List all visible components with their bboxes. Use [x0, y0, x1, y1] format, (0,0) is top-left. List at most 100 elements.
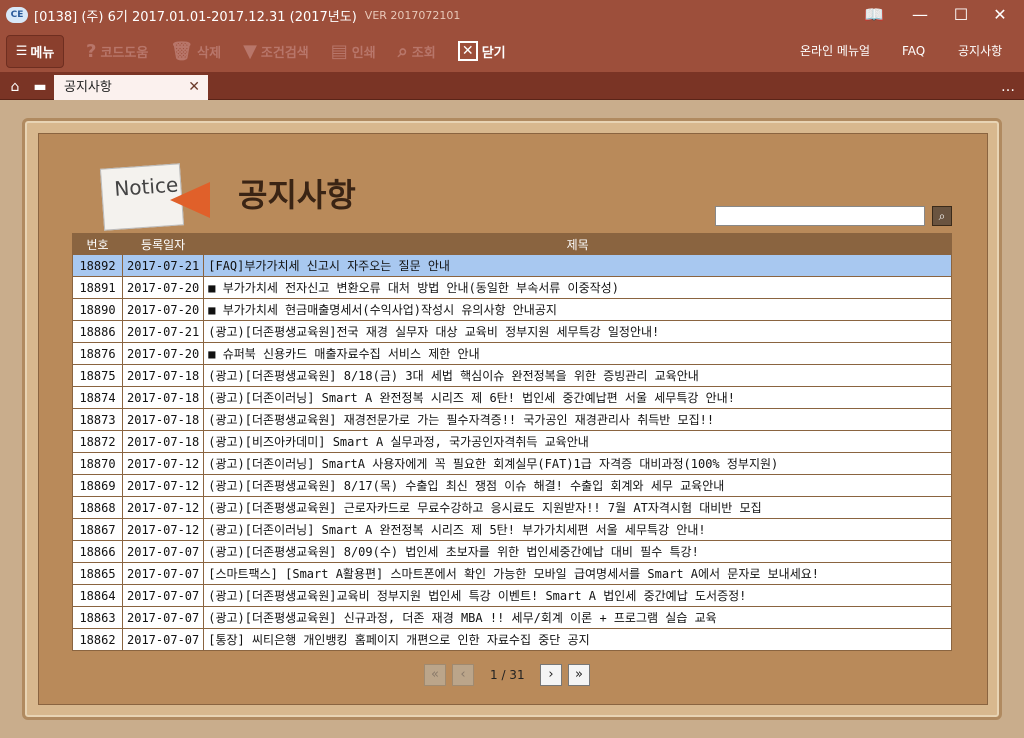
cell-date[interactable]: 2017-07-07 — [121, 606, 205, 629]
cell-title[interactable]: (광고)[더존평생교육원] 근로자카드로 무료수강하고 응시료도 지원받자!! … — [203, 496, 952, 519]
cell-date[interactable]: 2017-07-18 — [121, 430, 205, 453]
table-row[interactable]: 18874 2017-07-18 (광고)[더존이러닝] Smart A 완전정복 … — [72, 386, 952, 409]
search-input[interactable] — [715, 206, 925, 226]
table-row[interactable]: 18864 2017-07-07 (광고)[더존평생교육원]교육비 정부지원 법인세… — [72, 584, 952, 607]
cell-title[interactable]: ■ 부가가치세 현금매출명세서(수익사업)작성시 유의사항 안내공지 — [203, 298, 952, 321]
cell-title[interactable]: (광고)[더존이러닝] SmartA 사용자에게 꼭 필요한 회계실무(FAT)… — [203, 452, 952, 475]
first-page-button[interactable]: « — [424, 664, 446, 686]
cell-date[interactable]: 2017-07-12 — [121, 518, 205, 541]
cell-date[interactable]: 2017-07-18 — [121, 386, 205, 409]
close-button[interactable]: ✕ 닫기 — [457, 41, 506, 61]
cell-date[interactable]: 2017-07-18 — [121, 408, 205, 431]
cell-title[interactable]: (광고)[더존평생교육원] 8/18(금) 3대 세법 핵심이슈 완전정복을 위… — [203, 364, 952, 387]
table-row[interactable]: 18873 2017-07-18 (광고)[더존평생교육원] 재경전문가로 가는 필… — [72, 408, 952, 431]
online-manual-link[interactable]: 온라인 메뉴얼 — [800, 30, 870, 72]
windows-icon[interactable]: ▬ — [28, 76, 52, 98]
cell-date[interactable]: 2017-07-07 — [121, 540, 205, 563]
table-row[interactable]: 18892 2017-07-21 [FAQ]부가가치세 신고시 자주오는 질문 안내 — [72, 254, 952, 277]
table-row[interactable]: 18862 2017-07-07 [통장] 씨티은행 개인뱅킹 홈페이지 개편으로 … — [72, 628, 952, 651]
cell-number[interactable]: 18869 — [72, 474, 123, 497]
search-submit-button[interactable]: ⌕ — [932, 206, 952, 226]
maximize-button[interactable]: ☐ — [945, 0, 977, 30]
cell-title[interactable]: [통장] 씨티은행 개인뱅킹 홈페이지 개편으로 인한 자료수집 중단 공지 — [203, 628, 952, 651]
table-row[interactable]: 18890 2017-07-20 ■ 부가가치세 현금매출명세서(수익사업)작성시 … — [72, 298, 952, 321]
code-help-button[interactable]: ? 코드도움 — [86, 41, 148, 62]
cell-number[interactable]: 18866 — [72, 540, 123, 563]
notice-link[interactable]: 공지사항 — [958, 30, 1002, 72]
cell-date[interactable]: 2017-07-21 — [121, 320, 205, 343]
header-number[interactable]: 번호 — [72, 233, 123, 255]
cell-number[interactable]: 18862 — [72, 628, 123, 651]
cell-date[interactable]: 2017-07-21 — [121, 254, 205, 277]
cell-number[interactable]: 18886 — [72, 320, 123, 343]
table-row[interactable]: 18872 2017-07-18 (광고)[비즈아카데미] Smart A 실무과정… — [72, 430, 952, 453]
table-row[interactable]: 18876 2017-07-20 ■ 슈퍼북 신용카드 매출자료수집 서비스 제한 … — [72, 342, 952, 365]
last-page-button[interactable]: » — [568, 664, 590, 686]
home-icon[interactable]: ⌂ — [3, 76, 27, 98]
header-date[interactable]: 등록일자 — [121, 233, 205, 255]
table-row[interactable]: 18867 2017-07-12 (광고)[더존이러닝] Smart A 완전정복 … — [72, 518, 952, 541]
cell-date[interactable]: 2017-07-12 — [121, 474, 205, 497]
table-row[interactable]: 18868 2017-07-12 (광고)[더존평생교육원] 근로자카드로 무료수강… — [72, 496, 952, 519]
cell-number[interactable]: 18868 — [72, 496, 123, 519]
cell-number[interactable]: 18864 — [72, 584, 123, 607]
next-page-button[interactable]: › — [540, 664, 562, 686]
table-row[interactable]: 18869 2017-07-12 (광고)[더존평생교육원] 8/17(목) 수출입… — [72, 474, 952, 497]
cell-number[interactable]: 18873 — [72, 408, 123, 431]
cell-number[interactable]: 18863 — [72, 606, 123, 629]
table-row[interactable]: 18866 2017-07-07 (광고)[더존평생교육원] 8/09(수) 법인세… — [72, 540, 952, 563]
cell-title[interactable]: (광고)[더존평생교육원]전국 재경 실무자 대상 교육비 정부지원 세무특강 … — [203, 320, 952, 343]
cell-number[interactable]: 18875 — [72, 364, 123, 387]
cell-number[interactable]: 18865 — [72, 562, 123, 585]
table-row[interactable]: 18875 2017-07-18 (광고)[더존평생교육원] 8/18(금) 3대 … — [72, 364, 952, 387]
table-row[interactable]: 18886 2017-07-21 (광고)[더존평생교육원]전국 재경 실무자 대상… — [72, 320, 952, 343]
table-row[interactable]: 18891 2017-07-20 ■ 부가가치세 전자신고 변환오류 대처 방법 안… — [72, 276, 952, 299]
cell-number[interactable]: 18891 — [72, 276, 123, 299]
cell-date[interactable]: 2017-07-18 — [121, 364, 205, 387]
cell-title[interactable]: (광고)[더존평생교육원] 8/09(수) 법인세 초보자를 위한 법인세중간예… — [203, 540, 952, 563]
cell-number[interactable]: 18867 — [72, 518, 123, 541]
cell-date[interactable]: 2017-07-07 — [121, 584, 205, 607]
search-button[interactable]: ⌕ 조회 — [398, 41, 436, 62]
cell-date[interactable]: 2017-07-07 — [121, 628, 205, 651]
cell-date[interactable]: 2017-07-20 — [121, 276, 205, 299]
cell-title[interactable]: (광고)[더존이러닝] Smart A 완전정복 시리즈 제 5탄! 부가가치세… — [203, 518, 952, 541]
filter-button[interactable]: ▼ 조건검색 — [243, 41, 309, 62]
table-row[interactable]: 18870 2017-07-12 (광고)[더존이러닝] SmartA 사용자에게 … — [72, 452, 952, 475]
minimize-button[interactable]: — — [904, 0, 936, 30]
cell-number[interactable]: 18872 — [72, 430, 123, 453]
cell-title[interactable]: ■ 슈퍼북 신용카드 매출자료수집 서비스 제한 안내 — [203, 342, 952, 365]
cell-date[interactable]: 2017-07-12 — [121, 496, 205, 519]
close-tab-icon[interactable]: ✕ — [188, 75, 200, 100]
header-title[interactable]: 제목 — [203, 233, 952, 255]
menu-button[interactable]: ☰ 메뉴 — [6, 34, 64, 68]
cell-title[interactable]: (광고)[더존이러닝] Smart A 완전정복 시리즈 제 6탄! 법인세 중… — [203, 386, 952, 409]
cell-title[interactable]: (광고)[더존평생교육원]교육비 정부지원 법인세 특강 이벤트! Smart … — [203, 584, 952, 607]
cell-title[interactable]: (광고)[더존평생교육원] 8/17(목) 수출입 최신 쟁점 이슈 해결! 수… — [203, 474, 952, 497]
cell-date[interactable]: 2017-07-07 — [121, 562, 205, 585]
delete-button[interactable]: 🗑 삭제 — [170, 41, 221, 62]
table-row[interactable]: 18863 2017-07-07 (광고)[더존평생교육원] 신규과정, 더존 재경… — [72, 606, 952, 629]
faq-link[interactable]: FAQ — [902, 30, 925, 72]
table-row[interactable]: 18865 2017-07-07 [스마트팩스] [Smart A활용편] 스마트폰… — [72, 562, 952, 585]
cell-date[interactable]: 2017-07-12 — [121, 452, 205, 475]
cell-number[interactable]: 18876 — [72, 342, 123, 365]
cell-number[interactable]: 18892 — [72, 254, 123, 277]
cell-title[interactable]: [스마트팩스] [Smart A활용편] 스마트폰에서 확인 가능한 모바일 급… — [203, 562, 952, 585]
print-button[interactable]: ▤ 인쇄 — [331, 41, 376, 62]
book-icon[interactable]: 📖 — [858, 0, 890, 30]
cell-date[interactable]: 2017-07-20 — [121, 298, 205, 321]
cell-number[interactable]: 18890 — [72, 298, 123, 321]
cell-title[interactable]: ■ 부가가치세 전자신고 변환오류 대처 방법 안내(동일한 부속서류 이중작성… — [203, 276, 952, 299]
cell-number[interactable]: 18874 — [72, 386, 123, 409]
more-icon[interactable]: … — [996, 76, 1020, 98]
cell-title[interactable]: (광고)[더존평생교육원] 재경전문가로 가는 필수자격증!! 국가공인 재경관… — [203, 408, 952, 431]
tab-notice[interactable]: 공지사항 ✕ — [54, 75, 208, 100]
close-window-button[interactable]: ✕ — [984, 0, 1016, 30]
cell-title[interactable]: (광고)[비즈아카데미] Smart A 실무과정, 국가공인자격취득 교육안내 — [203, 430, 952, 453]
cell-number[interactable]: 18870 — [72, 452, 123, 475]
cell-title[interactable]: [FAQ]부가가치세 신고시 자주오는 질문 안내 — [203, 254, 952, 277]
cell-title[interactable]: (광고)[더존평생교육원] 신규과정, 더존 재경 MBA !! 세무/회계 이… — [203, 606, 952, 629]
cell-date[interactable]: 2017-07-20 — [121, 342, 205, 365]
prev-page-button[interactable]: ‹ — [452, 664, 474, 686]
